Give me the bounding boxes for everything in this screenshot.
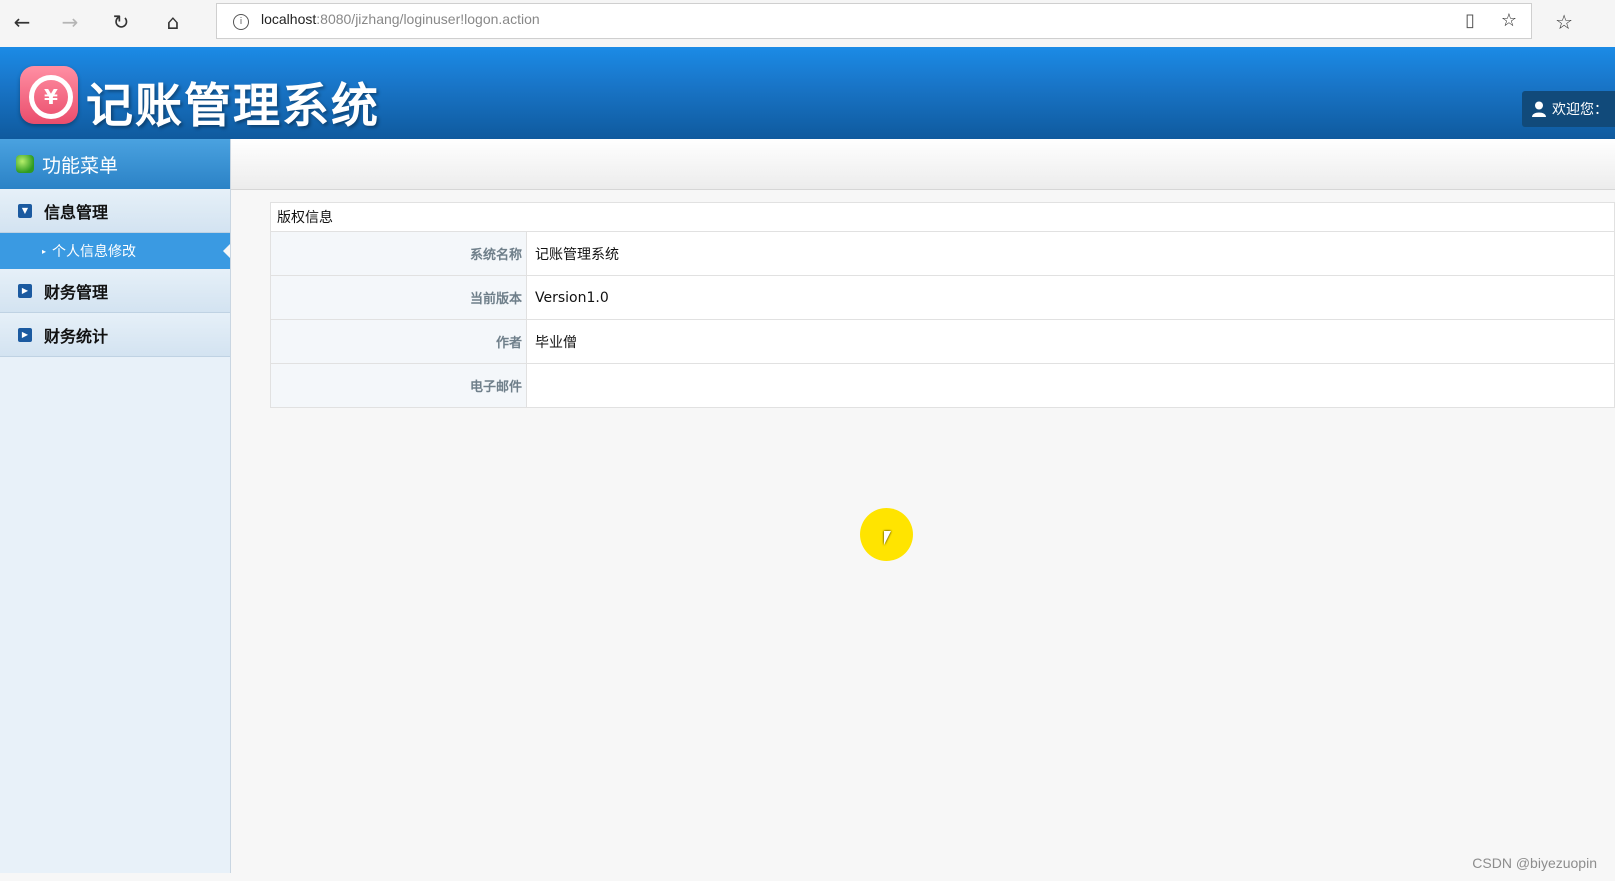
section-title: 版权信息 [270, 202, 1615, 232]
welcome-user[interactable]: 欢迎您： [1522, 91, 1615, 127]
sidebar-title: 功能菜单 [42, 154, 119, 177]
app-header: ¥ 记账管理系统 [0, 47, 1615, 139]
menu-group-finance-statistics[interactable]: ▶ 财务统计 [0, 313, 230, 357]
row-value [526, 363, 1615, 408]
info-icon[interactable]: i [233, 14, 249, 30]
menu-group-label: 财务管理 [44, 282, 109, 302]
collapse-icon: ▶ [18, 283, 32, 298]
cube-icon [16, 155, 34, 173]
browser-toolbar: ← → ↻ ⌂ i localhost:8080/jizhang/loginus… [0, 0, 1615, 48]
content-tabbar [231, 139, 1615, 190]
home-icon[interactable]: ⌂ [156, 7, 190, 37]
menu-item-personal-info-edit[interactable]: ▸ 个人信息修改 [0, 233, 230, 269]
active-indicator-icon [223, 244, 230, 258]
app-logo: ¥ [20, 66, 78, 124]
yen-icon: ¥ [29, 75, 73, 119]
sidebar-header: 功能菜单 [0, 139, 230, 189]
row-label: 电子邮件 [270, 363, 527, 408]
bullet-icon: ▸ [42, 246, 47, 256]
row-value: 毕业僧 [526, 319, 1615, 364]
forward-arrow-icon[interactable]: → [53, 7, 87, 37]
row-label: 系统名称 [270, 231, 527, 276]
copyright-info-table: 版权信息 系统名称 记账管理系统 当前版本 Version1.0 作者 毕业僧 … [270, 202, 1615, 408]
table-row: 当前版本 Version1.0 [270, 275, 1615, 320]
expand-icon: ▼ [18, 203, 32, 218]
refresh-icon[interactable]: ↻ [104, 7, 138, 37]
table-row: 作者 毕业僧 [270, 319, 1615, 364]
table-row: 系统名称 记账管理系统 [270, 231, 1615, 276]
watermark: CSDN @biyezuopin [1472, 855, 1597, 871]
menu-group-finance-management[interactable]: ▶ 财务管理 [0, 269, 230, 313]
url-path: :8080/jizhang/loginuser!logon.action [316, 11, 540, 27]
row-label: 作者 [270, 319, 527, 364]
back-arrow-icon[interactable]: ← [5, 7, 39, 37]
favorites-list-icon[interactable]: ☆ [1555, 10, 1573, 34]
menu-group-info-management[interactable]: ▼ 信息管理 [0, 189, 230, 233]
menu-item-label: 个人信息修改 [52, 244, 137, 260]
menu-group-label: 信息管理 [44, 202, 109, 222]
sidebar: 功能菜单 ▼ 信息管理 ▸ 个人信息修改 ▶ 财务管理 ▶ 财务统计 [0, 139, 231, 873]
menu-group-label: 财务统计 [44, 326, 109, 346]
row-label: 当前版本 [270, 275, 527, 320]
address-bar[interactable]: i localhost:8080/jizhang/loginuser!logon… [216, 3, 1532, 39]
row-value: 记账管理系统 [526, 231, 1615, 276]
row-value: Version1.0 [526, 275, 1615, 320]
user-icon [1532, 101, 1546, 117]
reading-view-icon[interactable]: ▯ [1465, 10, 1475, 31]
table-row: 电子邮件 [270, 363, 1615, 408]
url-host: localhost [261, 11, 317, 27]
welcome-text: 欢迎您： [1552, 102, 1608, 118]
collapse-icon: ▶ [18, 327, 32, 342]
app-title: 记账管理系统 [86, 79, 380, 134]
mouse-pointer-icon [884, 531, 891, 545]
favorite-star-icon[interactable]: ☆ [1501, 10, 1517, 31]
url-text[interactable]: localhost:8080/jizhang/loginuser!logon.a… [261, 11, 540, 27]
